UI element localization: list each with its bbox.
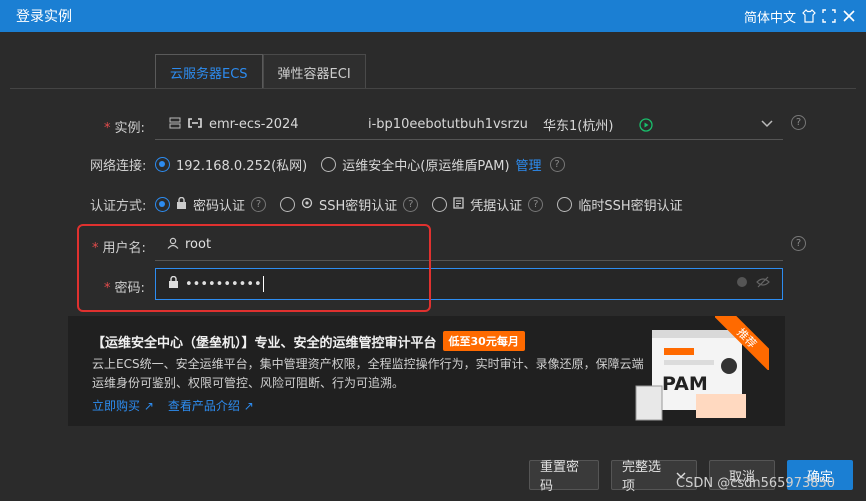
tab-eci[interactable]: 弹性容器ECI	[262, 54, 366, 89]
cloud-link-icon	[187, 117, 203, 133]
radio-pam[interactable]	[321, 157, 337, 172]
instance-name: emr-ecs-2024	[209, 117, 299, 132]
credential-icon	[453, 196, 464, 213]
password-auth-help-icon[interactable]: ?	[251, 197, 267, 212]
eye-off-icon[interactable]	[756, 276, 770, 292]
radio-credential[interactable]	[432, 197, 448, 212]
instance-label: * 实例:	[104, 121, 145, 136]
clear-icon[interactable]	[736, 276, 748, 292]
network-help-icon[interactable]: ?	[549, 157, 565, 172]
auth-option-ssh[interactable]: SSH密钥认证 ?	[280, 195, 419, 214]
banner-description: 云上ECS统一、安全运维平台，集中管理资产权限，全程监控操作行为，实时审计、录像…	[92, 357, 644, 390]
banner-title: 【运维安全中心（堡垒机）】专业、安全的运维管控审计平台	[92, 335, 437, 351]
auth-options: 密码认证 ? SSH密钥认证 ? 凭据认证 ? 临时SSH密钥认证	[155, 195, 697, 214]
instance-select[interactable]: emr-ecs-2024 i-bp10eebotutbuh1vsrzu 华东1(…	[155, 110, 783, 140]
radio-ssh[interactable]	[280, 197, 296, 212]
price-badge: 低至30元每月	[442, 331, 525, 351]
pam-text: PAM	[662, 373, 708, 395]
window-title: 登录实例	[16, 9, 72, 25]
radio-password[interactable]	[155, 197, 170, 212]
username-help-icon[interactable]: ?	[791, 236, 806, 251]
radio-private[interactable]	[155, 157, 170, 172]
chevron-down-icon[interactable]	[761, 117, 773, 132]
tab-ecs[interactable]: 云服务器ECS	[155, 54, 263, 89]
reset-password-button[interactable]: 重置密码	[529, 460, 599, 494]
product-intro-link[interactable]: 查看产品介绍 ↗	[168, 397, 254, 414]
instance-help-icon[interactable]: ?	[791, 115, 806, 130]
network-options: 192.168.0.252(私网) 运维安全中心(原运维盾PAM) 管理 ?	[155, 155, 565, 174]
watermark: CSDN @csdn565973850	[676, 476, 836, 491]
auth-label: 认证方式:	[90, 199, 147, 214]
instance-id: i-bp10eebotutbuh1vsrzu	[368, 117, 528, 132]
banner-heading: 【运维安全中心（堡垒机）】专业、安全的运维管控审计平台 低至30元每月	[92, 331, 525, 351]
highlight-box	[77, 224, 431, 312]
lock-icon	[176, 196, 187, 213]
auth-option-credential[interactable]: 凭据认证 ?	[432, 195, 544, 214]
buy-now-link[interactable]: 立即购买 ↗	[92, 397, 154, 414]
auth-option-password[interactable]: 密码认证 ?	[155, 195, 267, 214]
ssh-help-icon[interactable]: ?	[403, 197, 419, 212]
tab-bar: 云服务器ECS 弹性容器ECI	[155, 54, 366, 89]
recommend-ribbon: 推荐	[715, 316, 769, 370]
tab-divider	[10, 88, 856, 89]
network-label: 网络连接:	[90, 159, 147, 174]
network-option-pam[interactable]: 运维安全中心(原运维盾PAM)	[321, 155, 510, 174]
running-status-icon	[639, 118, 653, 136]
server-icon	[169, 117, 181, 133]
auth-option-temp-ssh[interactable]: 临时SSH密钥认证	[557, 195, 683, 214]
pam-promo-banner: 【运维安全中心（堡垒机）】专业、安全的运维管控审计平台 低至30元每月 云上EC…	[68, 316, 785, 426]
instance-region: 华东1(杭州)	[543, 119, 614, 134]
language-switch[interactable]: 简体中文	[744, 7, 796, 26]
manage-link[interactable]: 管理	[516, 155, 542, 174]
pam-illustration: PAM 推荐	[634, 316, 769, 426]
shirt-icon[interactable]	[802, 9, 816, 23]
network-option-private[interactable]: 192.168.0.252(私网)	[155, 155, 307, 174]
key-icon	[301, 197, 313, 213]
close-icon[interactable]	[842, 9, 856, 23]
title-bar: 登录实例 简体中文	[0, 0, 866, 32]
fullscreen-icon[interactable]	[822, 9, 836, 23]
banner-links: 立即购买 ↗ 查看产品介绍 ↗	[92, 397, 254, 414]
radio-temp-ssh[interactable]	[557, 197, 573, 212]
credential-help-icon[interactable]: ?	[528, 197, 544, 212]
